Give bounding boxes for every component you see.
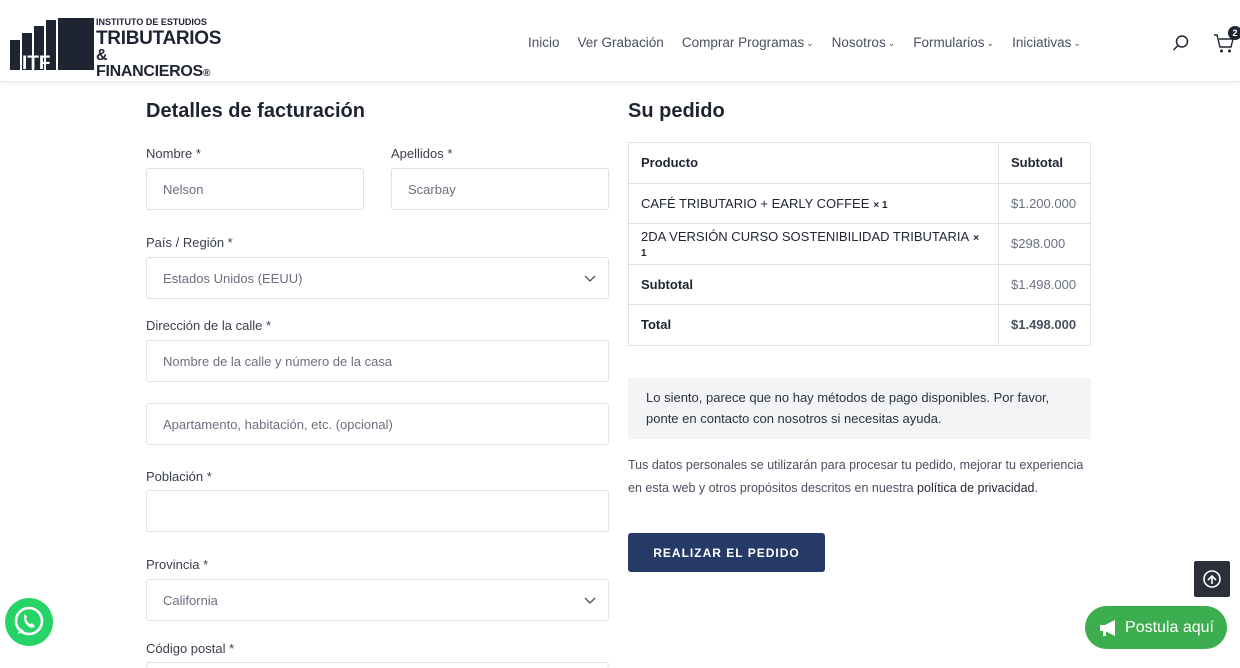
chevron-down-icon [584,597,596,604]
pais-label: País / Región * [146,235,233,250]
pais-selected-value: Estados Unidos (EEUU) [163,270,303,286]
order-table: Producto Subtotal CAFÉ TRIBUTARIO + EARL… [628,142,1091,346]
order-item-name: CAFÉ TRIBUTARIO + EARLY COFFEE × 1 [628,182,999,224]
main-nav: Inicio Ver Grabación Comprar Programas ⌄ … [528,35,1081,50]
billing-section: Detalles de facturación [146,100,610,123]
postal-field[interactable] [146,662,609,668]
provincia-select[interactable]: California [146,579,609,621]
megaphone-icon [1100,619,1116,636]
logo-line-2: TRIBUTARIOS [96,28,222,49]
nav-item-comprar-programas[interactable]: Comprar Programas ⌄ [682,35,814,50]
postula-label: Postula aquí [1125,618,1214,636]
order-item-price: $298.000 [998,223,1091,264]
scroll-top-button[interactable] [1194,561,1230,597]
subtotal-label: Subtotal [628,263,999,305]
pais-select[interactable]: Estados Unidos (EEUU) [146,257,609,299]
order-item-name: 2DA VERSIÓN CURSO SOSTENIBILIDAD TRIBUTA… [628,223,999,264]
subtotal-value: $1.498.000 [998,263,1091,305]
total-row: Total $1.498.000 [628,304,1091,345]
total-label: Total [628,304,999,345]
site-logo[interactable]: ITF INSTITUTO DE ESTUDIOS TRIBUTARIOS & … [10,10,221,80]
arrow-up-circle-icon [1203,570,1221,588]
postula-button[interactable]: Postula aquí [1085,606,1227,649]
nav-item-iniciativas[interactable]: Iniciativas ⌄ [1012,35,1081,50]
nav-item-ver-grabacion[interactable]: Ver Grabación [578,35,664,50]
direccion-field[interactable]: Nombre de la calle y número de la casa [146,340,609,382]
nombre-label: Nombre * [146,146,201,161]
logo-line-3: & FINANCIEROS® [96,47,211,80]
chevron-down-icon: ⌄ [887,38,896,48]
logo-wordmark: INSTITUTO DE ESTUDIOS TRIBUTARIOS & FINA… [96,18,221,80]
chevron-down-icon: ⌄ [986,38,995,48]
total-value: $1.498.000 [998,304,1091,345]
nav-item-nosotros[interactable]: Nosotros ⌄ [832,35,896,50]
provincia-selected-value: California [163,592,218,608]
nav-item-formularios[interactable]: Formularios ⌄ [913,35,994,50]
table-row: CAFÉ TRIBUTARIO + EARLY COFFEE × 1 $1.200… [628,182,1091,224]
billing-title: Detalles de facturación [146,100,365,122]
site-header: ITF INSTITUTO DE ESTUDIOS TRIBUTARIOS & … [0,0,1240,82]
provincia-label: Provincia * [146,557,209,572]
order-section: Su pedido [628,100,1091,123]
cart-count-badge: 2 [1228,26,1240,40]
place-order-button[interactable]: REALIZAR EL PEDIDO [628,533,825,572]
apellidos-field[interactable]: Scarbay [391,168,609,210]
logo-mark-icon: ITF [10,18,94,70]
apellidos-label: Apellidos * [391,146,453,161]
table-row: 2DA VERSIÓN CURSO SOSTENIBILIDAD TRIBUTA… [628,223,1091,264]
nombre-field[interactable]: Nelson [146,168,364,210]
order-item-price: $1.200.000 [998,182,1091,224]
postal-label: Código postal * [146,641,235,656]
nav-item-inicio[interactable]: Inicio [528,35,560,50]
whatsapp-icon [14,606,44,636]
poblacion-field[interactable] [146,490,609,532]
subtotal-row: Subtotal $1.498.000 [628,263,1091,305]
whatsapp-button[interactable] [5,598,53,646]
logo-line-1: INSTITUTO DE ESTUDIOS [96,17,207,27]
search-icon[interactable] [1172,34,1190,52]
apartamento-field[interactable]: Apartamento, habitación, etc. (opcional) [146,403,609,445]
poblacion-label: Población * [146,469,212,484]
direccion-label: Dirección de la calle * [146,318,272,333]
logo-mark-text: ITF [22,53,51,70]
chevron-down-icon: ⌄ [1073,38,1081,48]
privacy-text: Tus datos personales se utilizarán para … [628,458,1084,495]
col-subtotal: Subtotal [998,142,1091,183]
col-producto: Producto [628,142,999,183]
chevron-down-icon: ⌄ [806,38,814,48]
payment-notice: Lo siento, parece que no hay métodos de … [628,378,1091,439]
chevron-down-icon [584,275,596,282]
privacy-policy-link[interactable]: política de privacidad [917,481,1034,495]
order-title: Su pedido [628,100,725,122]
order-table-header: Producto Subtotal [628,142,1091,183]
